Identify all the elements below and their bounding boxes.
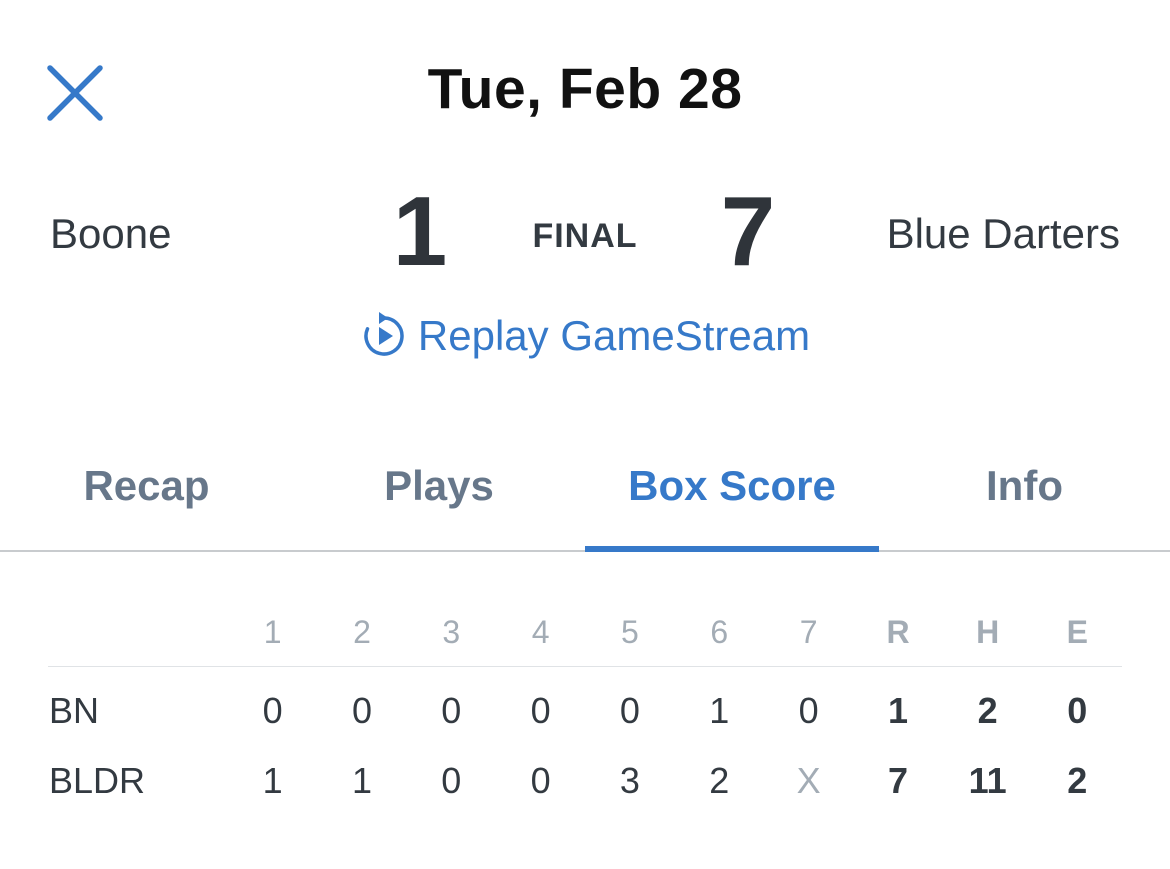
inning-score: 0 xyxy=(262,690,283,731)
team-abbreviation: BN xyxy=(49,690,100,731)
runs-total: 1 xyxy=(888,690,909,731)
active-tab-indicator xyxy=(585,546,879,552)
away-team-name: Blue Darters xyxy=(886,210,1120,257)
home-team-name: Boone xyxy=(50,210,172,257)
inning-score: 1 xyxy=(351,760,372,801)
box-score-header-row: 1 2 3 4 5 6 7 R H E xyxy=(48,598,1122,667)
errors-total: 0 xyxy=(1067,690,1088,731)
hits-total: 2 xyxy=(977,690,998,731)
table-row: BN 0 0 0 0 0 1 0 1 2 0 xyxy=(48,667,1122,747)
game-status: FINAL xyxy=(532,217,638,255)
inning-score: 0 xyxy=(619,690,640,731)
inning-header: 5 xyxy=(585,598,675,667)
errors-total: 2 xyxy=(1067,760,1088,801)
errors-header: E xyxy=(1032,598,1122,667)
inning-score: 0 xyxy=(441,690,462,731)
inning-header: 1 xyxy=(227,598,318,667)
table-row: BLDR 1 1 0 0 3 2 X 7 11 2 xyxy=(48,746,1122,816)
runs-header: R xyxy=(853,598,943,667)
tab-box-score[interactable]: Box Score xyxy=(585,462,879,510)
replay-label: Replay GameStream xyxy=(417,312,811,359)
page-title: Tue, Feb 28 xyxy=(427,57,743,121)
replay-icon xyxy=(364,312,404,356)
inning-score: 0 xyxy=(530,690,551,731)
inning-score: 0 xyxy=(441,760,462,801)
away-team-score: 7 xyxy=(720,176,776,286)
tab-recap[interactable]: Recap xyxy=(0,462,293,510)
inning-header: 4 xyxy=(495,598,586,667)
tab-plays[interactable]: Plays xyxy=(293,462,585,510)
inning-header: 7 xyxy=(763,598,854,667)
tab-info[interactable]: Info xyxy=(879,462,1170,510)
replay-gamestream-link[interactable]: Replay GameStream xyxy=(0,312,1170,370)
inning-score: 0 xyxy=(351,690,372,731)
home-team-score: 1 xyxy=(392,176,448,286)
inning-score: 3 xyxy=(619,760,640,801)
hits-header: H xyxy=(942,598,1033,667)
inning-header: 3 xyxy=(406,598,496,667)
inning-score: X xyxy=(796,760,821,801)
inning-header: 2 xyxy=(317,598,407,667)
hits-total: 11 xyxy=(968,760,1007,801)
inning-score: 0 xyxy=(530,760,551,801)
runs-total: 7 xyxy=(888,760,909,801)
inning-score: 1 xyxy=(709,690,730,731)
tab-bar: Recap Plays Box Score Info xyxy=(0,440,1170,552)
inning-header: 6 xyxy=(674,598,764,667)
inning-score: 0 xyxy=(798,690,819,731)
team-abbreviation: BLDR xyxy=(49,760,146,801)
box-score-table: 1 2 3 4 5 6 7 R H E BN 0 0 0 0 0 1 0 1 2… xyxy=(48,598,1122,816)
inning-score: 2 xyxy=(709,760,730,801)
inning-score: 1 xyxy=(262,760,283,801)
team-column-header xyxy=(48,598,228,667)
